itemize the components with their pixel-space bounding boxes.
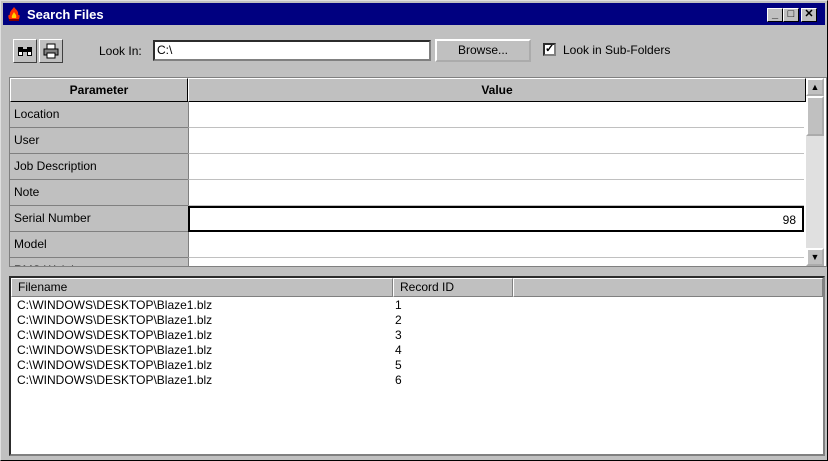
filename-cell: C:\WINDOWS\DESKTOP\Blaze1.blz (17, 373, 213, 387)
value-header: Value (188, 78, 806, 102)
filename-cell: C:\WINDOWS\DESKTOP\Blaze1.blz (17, 298, 213, 312)
grid-row[interactable]: User (10, 128, 806, 154)
list-item[interactable]: C:\WINDOWS\DESKTOP\Blaze1.blz 2 (11, 313, 823, 327)
subfolders-label: Look in Sub-Folders (563, 43, 671, 57)
title-bar[interactable]: Search Files _ □ ✕ (3, 3, 825, 25)
list-item[interactable]: C:\WINDOWS\DESKTOP\Blaze1.blz 1 (11, 298, 823, 312)
browse-button[interactable]: Browse... (435, 39, 531, 62)
toolbar: Look In: C:\ Browse... ✓ Look in Sub-Fol… (3, 27, 825, 67)
parameter-grid: Parameter Value Location User Job Descri… (9, 77, 827, 267)
search-files-window: Search Files _ □ ✕ Look In: C:\ Browse..… (0, 0, 828, 461)
record-id-cell: 4 (395, 343, 402, 357)
parameter-cell: Serial Number (10, 206, 188, 232)
record-id-cell: 3 (395, 328, 402, 342)
list-item[interactable]: C:\WINDOWS\DESKTOP\Blaze1.blz 3 (11, 328, 823, 342)
grid-row[interactable]: Model (10, 232, 806, 258)
filename-cell: C:\WINDOWS\DESKTOP\Blaze1.blz (17, 358, 213, 372)
value-cell[interactable] (188, 154, 804, 180)
value-cell-selected[interactable]: 98 (188, 206, 804, 232)
parameter-cell: RMS Weight (10, 258, 188, 266)
value-cell[interactable] (188, 102, 804, 128)
search-button[interactable] (13, 39, 37, 63)
parameter-cell: Job Description (10, 154, 188, 180)
list-item[interactable]: C:\WINDOWS\DESKTOP\Blaze1.blz 4 (11, 343, 823, 357)
grid-row[interactable]: RMS Weight (10, 258, 806, 266)
filename-cell: C:\WINDOWS\DESKTOP\Blaze1.blz (17, 313, 213, 327)
parameter-cell: Location (10, 102, 188, 128)
parameter-cell: Note (10, 180, 188, 206)
filename-cell: C:\WINDOWS\DESKTOP\Blaze1.blz (17, 343, 213, 357)
grid-row[interactable]: Serial Number 98 (10, 206, 806, 232)
value-cell[interactable] (188, 128, 804, 154)
grid-scrollbar[interactable]: ▲ ▼ (806, 78, 824, 266)
look-in-label: Look In: (99, 44, 142, 58)
scroll-down-icon[interactable]: ▼ (806, 248, 824, 266)
grid-row[interactable]: Job Description (10, 154, 806, 180)
record-id-cell: 2 (395, 313, 402, 327)
filename-cell: C:\WINDOWS\DESKTOP\Blaze1.blz (17, 328, 213, 342)
window-title: Search Files (27, 7, 104, 22)
print-button[interactable] (39, 39, 63, 63)
parameter-cell: User (10, 128, 188, 154)
close-button[interactable]: ✕ (801, 8, 817, 22)
record-id-cell: 6 (395, 373, 402, 387)
parameter-cell: Model (10, 232, 188, 258)
value-cell[interactable] (188, 180, 804, 206)
results-list: Filename Record ID C:\WINDOWS\DESKTOP\Bl… (9, 276, 825, 456)
maximize-button[interactable]: □ (783, 8, 799, 22)
record-id-column-header[interactable]: Record ID (393, 278, 513, 297)
browse-label: Browse... (457, 43, 508, 57)
empty-column-header (513, 278, 823, 297)
value-cell[interactable] (188, 232, 804, 258)
filename-column-header[interactable]: Filename (11, 278, 393, 297)
look-in-input[interactable]: C:\ (153, 40, 431, 61)
minimize-button[interactable]: _ (767, 8, 783, 22)
record-id-cell: 1 (395, 298, 402, 312)
parameter-header: Parameter (10, 78, 188, 102)
value-cell[interactable] (188, 258, 804, 266)
list-item[interactable]: C:\WINDOWS\DESKTOP\Blaze1.blz 6 (11, 373, 823, 387)
fire-app-icon (6, 6, 22, 22)
scroll-up-icon[interactable]: ▲ (806, 78, 824, 96)
scroll-thumb[interactable] (806, 96, 824, 136)
grid-row[interactable]: Note (10, 180, 806, 206)
record-id-cell: 5 (395, 358, 402, 372)
list-item[interactable]: C:\WINDOWS\DESKTOP\Blaze1.blz 5 (11, 358, 823, 372)
checkbox-box[interactable]: ✓ (543, 43, 556, 56)
grid-row[interactable]: Location (10, 102, 806, 128)
